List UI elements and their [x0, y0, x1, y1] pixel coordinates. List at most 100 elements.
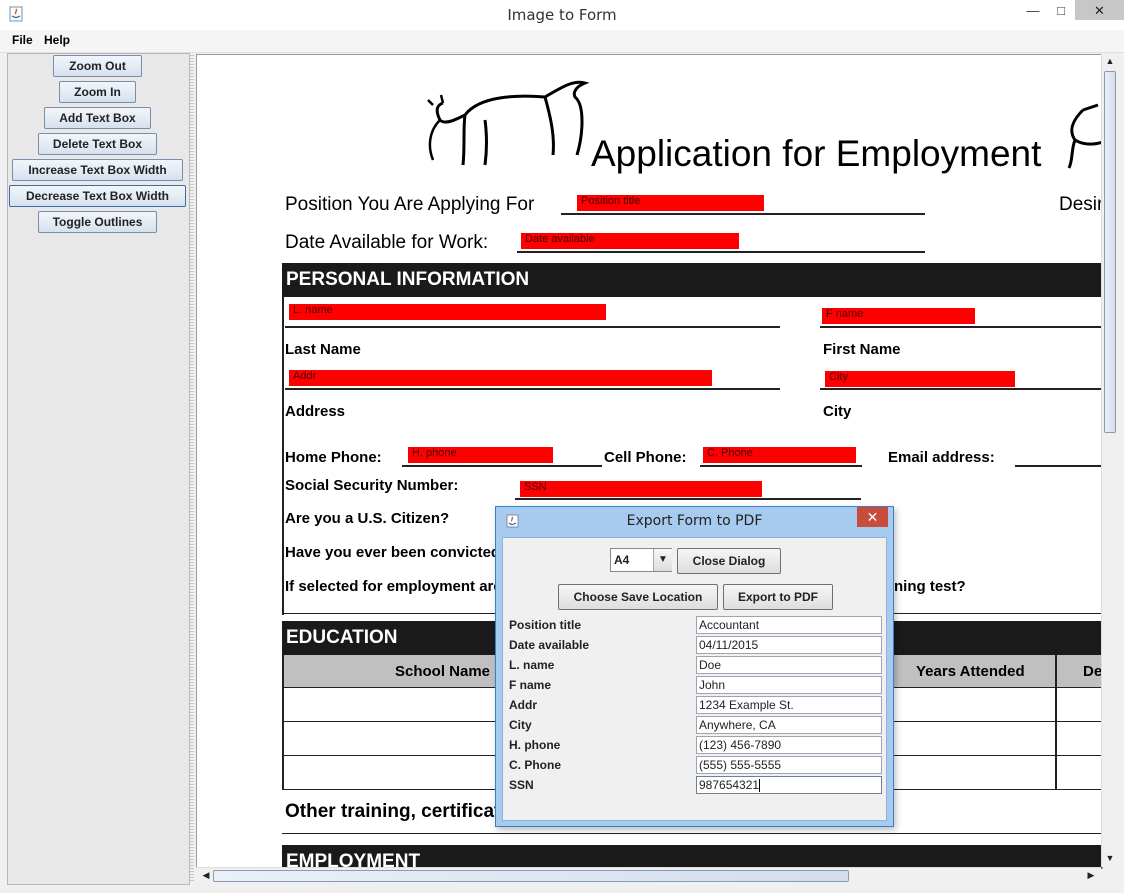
last-name-label: Last Name [285, 341, 361, 358]
form-heading: Application for Employment [591, 133, 1042, 174]
menu-bar: File Help [0, 30, 1124, 53]
text-box-address[interactable]: Addr [289, 370, 712, 386]
field-input-city[interactable]: Anywhere, CA [696, 716, 882, 734]
field-label-date-available: Date available [509, 638, 590, 652]
cow-logo-icon-right [1067, 103, 1102, 169]
dialog-close-button[interactable]: ✕ [857, 507, 888, 527]
dialog-title: Export Form to PDF [626, 513, 763, 529]
city-label: City [823, 403, 852, 420]
minimize-button[interactable]: — [1020, 0, 1046, 22]
education-left-border [282, 655, 284, 789]
field-input-cell-phone[interactable]: (555) 555-5555 [696, 756, 882, 774]
field-input-address[interactable]: 1234 Example St. [696, 696, 882, 714]
address-label: Address [285, 403, 346, 420]
position-underline [561, 213, 925, 215]
ssn-label: Social Security Number: [285, 477, 459, 494]
email-label: Email address: [888, 449, 995, 466]
last-name-underline [285, 326, 780, 328]
personal-left-border [282, 297, 284, 615]
vertical-scroll-thumb[interactable] [1104, 71, 1116, 433]
page-size-select[interactable]: A4 ▼ [610, 548, 672, 572]
position-label: Position You Are Applying For [285, 194, 535, 215]
home-phone-label: Home Phone: [285, 449, 382, 466]
first-name-underline [820, 326, 1102, 328]
dialog-titlebar[interactable]: Export Form to PDF ✕ [496, 507, 893, 535]
text-box-last-name[interactable]: L. name [289, 304, 606, 320]
convicted-question: Have you ever been convicted [285, 544, 501, 561]
vertical-scrollbar[interactable]: ▲ ▼ [1101, 54, 1118, 867]
chevron-down-icon[interactable]: ▼ [653, 549, 672, 571]
field-label-address: Addr [509, 698, 537, 712]
scroll-down-icon[interactable]: ▼ [1102, 853, 1118, 863]
choose-save-location-button[interactable]: Choose Save Location [558, 584, 718, 610]
window-titlebar: Image to Form — □ ✕ [0, 0, 1124, 30]
horizontal-scrollbar[interactable]: ◀ ▶ [196, 867, 1101, 884]
field-label-city: City [509, 718, 532, 732]
cell-phone-label: Cell Phone: [604, 449, 687, 466]
years-attended-header: Years Attended [916, 663, 1025, 680]
field-label-home-phone: H. phone [509, 738, 561, 752]
add-text-box-button[interactable]: Add Text Box [44, 107, 151, 129]
cow-logo-icon [427, 80, 590, 166]
scroll-left-icon[interactable]: ◀ [198, 870, 214, 881]
ssn-underline [515, 498, 861, 500]
date-label: Date Available for Work: [285, 232, 489, 253]
scroll-right-icon[interactable]: ▶ [1083, 870, 1099, 881]
text-box-first-name[interactable]: F name [822, 308, 975, 324]
text-box-position-title[interactable]: Position title [577, 195, 764, 211]
zoom-in-button[interactable]: Zoom In [59, 81, 136, 103]
field-label-cell-phone: C. Phone [509, 758, 562, 772]
employment-test-question: If selected for employment are [285, 578, 502, 595]
decrease-width-button[interactable]: Decrease Text Box Width [9, 185, 186, 207]
text-box-home-phone[interactable]: H. phone [408, 447, 553, 463]
maximize-button[interactable]: □ [1048, 0, 1074, 22]
zoom-out-button[interactable]: Zoom Out [53, 55, 142, 77]
field-label-last-name: L. name [509, 658, 555, 672]
field-input-position-title[interactable]: Accountant [696, 616, 882, 634]
city-underline [820, 388, 1102, 390]
other-training-label: Other training, certificat [285, 801, 501, 822]
panel-splitter[interactable] [190, 53, 194, 883]
menu-file[interactable]: File [12, 33, 33, 47]
window-close-button[interactable]: ✕ [1075, 0, 1124, 20]
text-box-city[interactable]: City [825, 371, 1015, 387]
degree-header-fragment: De [1083, 663, 1103, 680]
export-dialog: Export Form to PDF ✕ A4 ▼ Close Dialog C… [495, 506, 894, 827]
text-box-ssn[interactable]: SSN [520, 481, 762, 497]
menu-help[interactable]: Help [44, 33, 70, 47]
delete-text-box-button[interactable]: Delete Text Box [38, 133, 157, 155]
window-title: Image to Form [507, 6, 617, 24]
text-box-date-available[interactable]: Date available [521, 233, 739, 249]
field-input-home-phone[interactable]: (123) 456-7890 [696, 736, 882, 754]
increase-width-button[interactable]: Increase Text Box Width [12, 159, 183, 181]
email-underline [1015, 465, 1102, 467]
address-underline [285, 388, 780, 390]
text-box-cell-phone[interactable]: C. Phone [703, 447, 856, 463]
field-label-first-name: F name [509, 678, 552, 692]
cell-phone-underline [700, 465, 862, 467]
field-input-date-available[interactable]: 04/11/2015 [696, 636, 882, 654]
field-input-ssn[interactable]: 987654321 [696, 776, 882, 794]
field-input-ssn-value: 987654321 [699, 778, 760, 792]
field-label-ssn: SSN [509, 778, 534, 792]
scroll-up-icon[interactable]: ▲ [1102, 56, 1118, 66]
home-phone-underline [402, 465, 602, 467]
export-to-pdf-button[interactable]: Export to PDF [723, 584, 833, 610]
employment-band: EMPLOYMENT [282, 845, 1102, 868]
desired-label-fragment: Desir [1059, 194, 1103, 215]
tool-panel: Zoom Out Zoom In Add Text Box Delete Tex… [7, 53, 190, 885]
toggle-outlines-button[interactable]: Toggle Outlines [38, 211, 157, 233]
field-input-last-name[interactable]: Doe [696, 656, 882, 674]
employment-test-question-tail: ning test? [894, 578, 966, 595]
personal-info-band: PERSONAL INFORMATION [282, 263, 1102, 297]
text-cursor [759, 779, 761, 793]
dialog-body: A4 ▼ Close Dialog Choose Save Location E… [502, 537, 887, 821]
horizontal-scroll-thumb[interactable] [213, 870, 849, 882]
close-dialog-button[interactable]: Close Dialog [677, 548, 781, 574]
school-name-header: School Name [395, 663, 491, 680]
field-input-first-name[interactable]: John [696, 676, 882, 694]
field-label-position-title: Position title [509, 618, 581, 632]
date-underline [517, 251, 925, 253]
other-training-line [282, 833, 1102, 834]
citizen-question: Are you a U.S. Citizen? [285, 510, 450, 527]
